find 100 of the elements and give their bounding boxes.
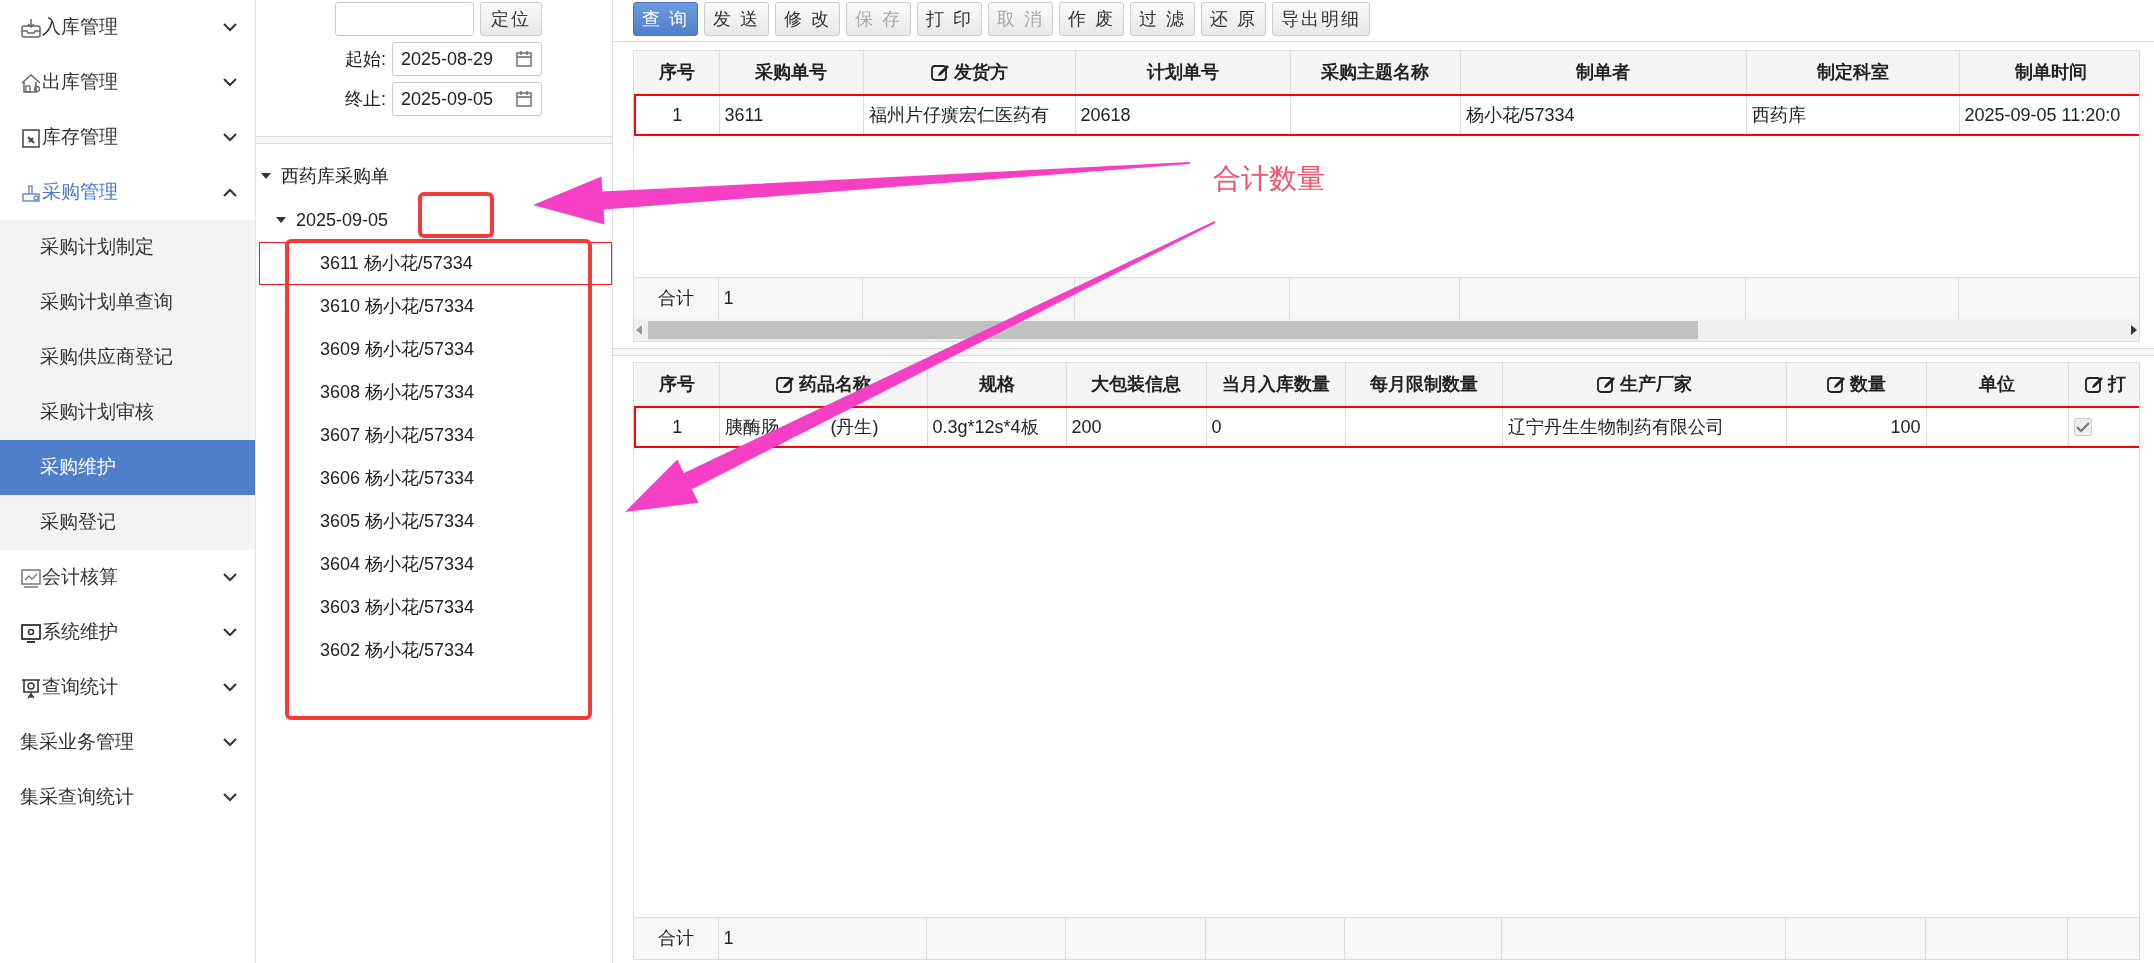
column-header[interactable]: 序号 [635, 51, 719, 95]
tree-item[interactable]: 3609 杨小花/57334 [259, 328, 612, 371]
search-field[interactable] [335, 2, 474, 36]
table-cell: 0.3g*12s*4板 [927, 407, 1066, 447]
sidebar-subitem[interactable]: 采购计划单查询 [0, 275, 255, 330]
locate-button[interactable]: 定位 [480, 2, 542, 36]
document-icon [20, 126, 42, 149]
tree-item[interactable]: 3602 杨小花/57334 [259, 629, 612, 672]
chevron-down-icon[interactable] [223, 133, 237, 142]
scroll-left-icon [634, 324, 644, 336]
chart-icon [20, 566, 42, 589]
sidebar-item[interactable]: 入库管理 [0, 0, 255, 55]
sidebar-item[interactable]: 查询统计 [0, 660, 255, 715]
column-header[interactable]: 数量 [1786, 363, 1926, 407]
start-label: 起始: [345, 47, 386, 71]
tree-item[interactable]: 3603 杨小花/57334 [259, 586, 612, 629]
sidebar-subitem[interactable]: 采购维护 [0, 440, 255, 495]
monitor-icon [20, 621, 42, 644]
table-cell: 1 [635, 407, 719, 447]
chevron-down-icon[interactable] [223, 793, 237, 802]
table-cell: 100 [1786, 407, 1926, 447]
checkbox[interactable] [2073, 417, 2092, 436]
tree-item[interactable]: 3606 杨小花/57334 [259, 457, 612, 500]
sidebar-item[interactable]: 集采查询统计 [0, 770, 255, 825]
chevron-down-icon[interactable] [223, 738, 237, 747]
chevron-down-icon[interactable] [223, 573, 237, 582]
sidebar-item[interactable]: 会计核算 [0, 550, 255, 605]
house-icon [20, 71, 42, 94]
horizontal-scrollbar[interactable] [634, 319, 2139, 341]
column-header[interactable]: 单位 [1926, 363, 2068, 407]
expand-triangle-icon[interactable] [261, 172, 271, 180]
total-label: 合计 [634, 917, 718, 959]
column-header[interactable]: 每月限制数量 [1345, 363, 1502, 407]
column-header[interactable]: 当月入库数量 [1206, 363, 1345, 407]
total-value: 1 [718, 277, 862, 319]
column-header[interactable]: 制单时间 [1959, 51, 2139, 95]
tree-node[interactable]: 西药库采购单 [281, 162, 389, 190]
calendar-icon [515, 50, 533, 68]
toolbar-button[interactable]: 打 印 [917, 2, 983, 36]
column-header[interactable]: 发货方 [863, 51, 1075, 95]
tree-item[interactable]: 3605 杨小花/57334 [259, 500, 612, 543]
column-header[interactable]: 计划单号 [1075, 51, 1290, 95]
total-label: 合计 [634, 277, 718, 319]
sidebar-subitem[interactable]: 采购供应商登记 [0, 330, 255, 385]
toolbar-button[interactable]: 发 送 [704, 2, 770, 36]
table-cell: 3611 [719, 95, 863, 135]
table-cell: 杨小花/57334 [1460, 95, 1746, 135]
table-cell: 200 [1066, 407, 1206, 447]
table-cell: 西药库 [1746, 95, 1959, 135]
total-value: 1 [718, 917, 926, 959]
tree-node[interactable]: 2025-09-05 [296, 206, 389, 234]
sidebar-item[interactable]: 采购管理 [0, 165, 255, 220]
table-cell: 辽宁丹生生物制药有限公司 [1502, 407, 1786, 447]
toolbar-button[interactable]: 导出明细 [1272, 2, 1371, 36]
annotation-label: 合计数量 [1213, 162, 1325, 196]
column-header[interactable]: 序号 [635, 363, 719, 407]
toolbar-button[interactable]: 作 废 [1059, 2, 1125, 36]
toolbar-button[interactable]: 修 改 [775, 2, 841, 36]
tree-item[interactable]: 3611 杨小花/57334 [259, 242, 612, 285]
calendar-icon [515, 90, 533, 108]
expand-triangle-icon[interactable] [276, 216, 286, 224]
end-label: 终止: [345, 87, 386, 111]
column-header[interactable]: 采购单号 [719, 51, 863, 95]
toolbar-button[interactable]: 过 滤 [1130, 2, 1196, 36]
sidebar-item[interactable]: 集采业务管理 [0, 715, 255, 770]
presentation-icon [20, 676, 42, 699]
sidebar-item[interactable]: 出库管理 [0, 55, 255, 110]
tree-item[interactable]: 3604 杨小花/57334 [259, 543, 612, 586]
tree-item[interactable]: 3608 杨小花/57334 [259, 371, 612, 414]
column-header[interactable]: 打 [2068, 363, 2139, 407]
column-header[interactable]: 生产厂家 [1502, 363, 1786, 407]
sidebar-subitem[interactable]: 采购计划审核 [0, 385, 255, 440]
table-cell: 1 [635, 95, 719, 135]
sidebar-subitem[interactable]: 采购计划制定 [0, 220, 255, 275]
table-cell: 20618 [1075, 95, 1290, 135]
chevron-down-icon[interactable] [223, 628, 237, 637]
tree-item[interactable]: 3607 杨小花/57334 [259, 414, 612, 457]
check-icon [2075, 420, 2090, 433]
column-header[interactable]: 制定科室 [1746, 51, 1959, 95]
date-field[interactable]: 2025-08-29 [392, 42, 542, 76]
table-cell: (丹生) [830, 416, 879, 437]
table-cell: 2025-09-05 11:20:0 [1959, 95, 2139, 135]
scroll-right-icon [2129, 324, 2139, 336]
column-header[interactable]: 采购主题名称 [1290, 51, 1460, 95]
table-cell: 0 [1206, 407, 1345, 447]
column-header[interactable]: 大包装信息 [1066, 363, 1206, 407]
chevron-down-icon[interactable] [223, 23, 237, 32]
sidebar-item[interactable]: 库存管理 [0, 110, 255, 165]
tree-item[interactable]: 3610 杨小花/57334 [259, 285, 612, 328]
chevron-down-icon[interactable] [223, 78, 237, 87]
sidebar-subitem[interactable]: 采购登记 [0, 495, 255, 550]
date-field[interactable]: 2025-09-05 [392, 82, 542, 116]
chevron-down-icon[interactable] [223, 683, 237, 692]
toolbar-button[interactable]: 还 原 [1201, 2, 1267, 36]
chevron-up-icon[interactable] [223, 188, 237, 197]
inbox-icon [20, 16, 42, 39]
column-header[interactable]: 制单者 [1460, 51, 1746, 95]
table-cell: 福州片仔癀宏仁医药有 [863, 95, 1075, 135]
sidebar-item[interactable]: 系统维护 [0, 605, 255, 660]
column-header[interactable]: 规格 [927, 363, 1066, 407]
